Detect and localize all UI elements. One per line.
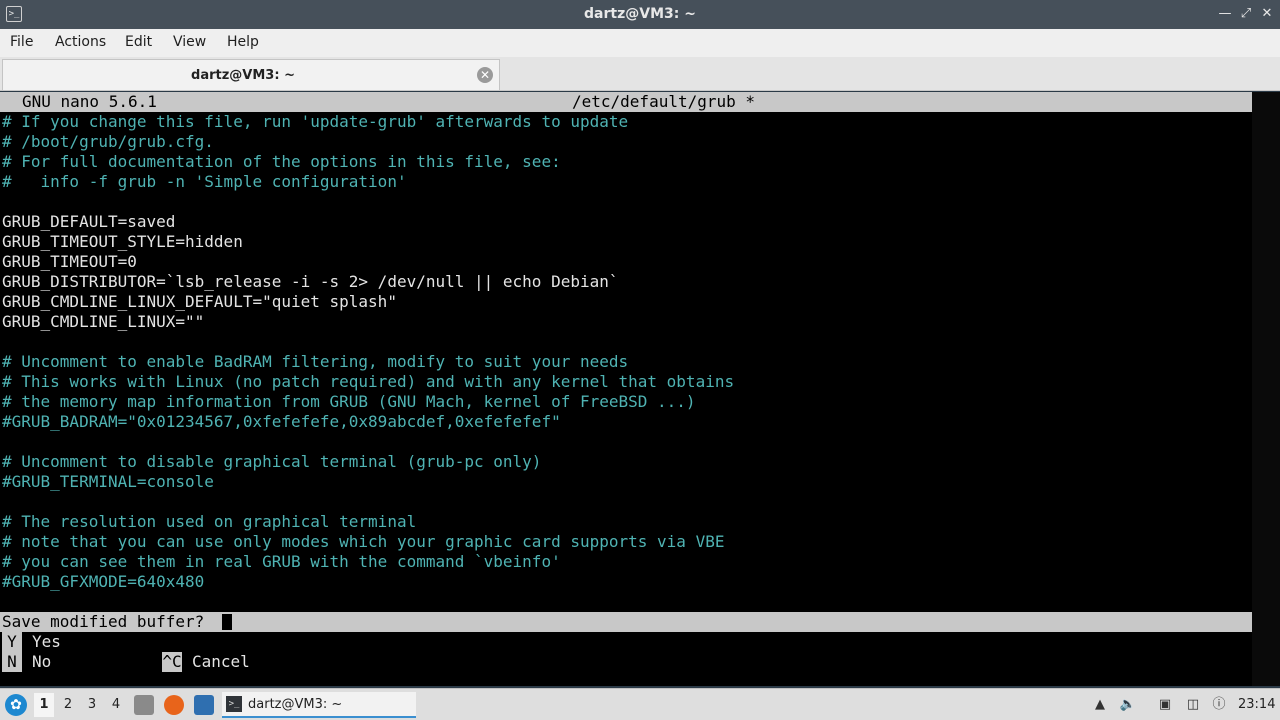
menu-actions[interactable]: Actions bbox=[55, 34, 106, 50]
volume-icon[interactable]: 🔈 bbox=[1119, 696, 1137, 714]
nano-line: # If you change this file, run 'update-g… bbox=[2, 112, 629, 131]
nano-line: GRUB_TIMEOUT_STYLE=hidden bbox=[2, 232, 243, 251]
nano-line: # /boot/grub/grub.cfg. bbox=[2, 132, 214, 151]
save-prompt: Save modified buffer? bbox=[2, 612, 205, 631]
update-notifier-icon[interactable]: ⓘ bbox=[1210, 696, 1228, 714]
option-cancel-label[interactable]: Cancel bbox=[192, 652, 250, 672]
window-title: dartz@VM3: ~ bbox=[584, 6, 696, 22]
terminal-area[interactable]: GNU nano 5.6.1 /etc/default/grub * # If … bbox=[0, 92, 1280, 686]
clipboard-icon[interactable]: ◫ bbox=[1184, 696, 1202, 714]
nano-line: # This works with Linux (no patch requir… bbox=[2, 372, 735, 391]
tab-terminal[interactable]: dartz@VM3: ~ ✕ bbox=[2, 59, 500, 90]
taskbar: ✿ 1 2 3 4 >_ dartz@VM3: ~ ▲ 🔈 ▣ ◫ ⓘ 23:1… bbox=[0, 688, 1280, 720]
nano-line: #GRUB_BADRAM="0x01234567,0xfefefefe,0x89… bbox=[2, 412, 561, 431]
terminal-scrollbar[interactable] bbox=[1252, 92, 1280, 686]
workspace-2[interactable]: 2 bbox=[58, 693, 78, 717]
maximize-icon[interactable]: ⤢ bbox=[1237, 5, 1255, 23]
workspace-4[interactable]: 4 bbox=[106, 693, 126, 717]
firefox-icon[interactable] bbox=[164, 695, 184, 715]
window-titlebar[interactable]: >_ dartz@VM3: ~ — ⤢ ✕ bbox=[0, 0, 1280, 29]
nano-line: GRUB_CMDLINE_LINUX="" bbox=[2, 312, 205, 331]
scrollbar-thumb[interactable] bbox=[1252, 92, 1280, 686]
workspace-3[interactable]: 3 bbox=[82, 693, 102, 717]
nano-line: GRUB_CMDLINE_LINUX_DEFAULT="quiet splash… bbox=[2, 292, 397, 311]
menubar: File Actions Edit View Help bbox=[0, 29, 1280, 57]
key-cancel[interactable]: ^C bbox=[162, 652, 182, 672]
lxqt-start-icon[interactable]: ✿ bbox=[5, 694, 27, 716]
show-desktop-icon[interactable] bbox=[194, 695, 214, 715]
nano-header: GNU nano 5.6.1 /etc/default/grub * bbox=[0, 92, 1252, 112]
nano-line: # Uncomment to disable graphical termina… bbox=[2, 452, 542, 471]
key-no[interactable]: N bbox=[2, 652, 22, 672]
nano-version: GNU nano 5.6.1 bbox=[22, 92, 157, 111]
terminal-icon: >_ bbox=[226, 696, 242, 712]
key-yes[interactable]: Y bbox=[2, 632, 22, 652]
option-no-label[interactable]: No bbox=[32, 652, 51, 672]
tray-up-arrow-icon[interactable]: ▲ bbox=[1091, 696, 1109, 714]
minimize-icon[interactable]: — bbox=[1216, 5, 1234, 23]
text-cursor bbox=[222, 614, 232, 630]
workspace-1[interactable]: 1 bbox=[34, 693, 54, 717]
nano-line: # note that you can use only modes which… bbox=[2, 532, 725, 551]
nano-line: #GRUB_TERMINAL=console bbox=[2, 472, 214, 491]
nano-line: # The resolution used on graphical termi… bbox=[2, 512, 417, 531]
menu-file[interactable]: File bbox=[10, 34, 33, 50]
nano-line: GRUB_DEFAULT=saved bbox=[2, 212, 176, 231]
save-prompt-bar: Save modified buffer? bbox=[0, 612, 1252, 632]
menu-help[interactable]: Help bbox=[227, 34, 259, 50]
close-circle-icon[interactable]: ✕ bbox=[477, 67, 493, 83]
option-yes-label[interactable]: Yes bbox=[32, 632, 61, 652]
tab-bar: dartz@VM3: ~ ✕ bbox=[0, 57, 1280, 91]
nano-line: # you can see them in real GRUB with the… bbox=[2, 552, 561, 571]
tab-label: dartz@VM3: ~ bbox=[191, 68, 295, 83]
file-manager-icon[interactable] bbox=[134, 695, 154, 715]
nano-line: #GRUB_GFXMODE=640x480 bbox=[2, 572, 205, 591]
close-icon[interactable]: ✕ bbox=[1258, 5, 1276, 23]
taskbar-task-terminal[interactable]: >_ dartz@VM3: ~ bbox=[222, 692, 416, 718]
nano-line: # Uncomment to enable BadRAM filtering, … bbox=[2, 352, 629, 371]
nano-line: GRUB_DISTRIBUTOR=`lsb_release -i -s 2> /… bbox=[2, 272, 619, 291]
nano-line: GRUB_TIMEOUT=0 bbox=[2, 252, 137, 271]
task-label: dartz@VM3: ~ bbox=[248, 697, 343, 712]
nano-line: # the memory map information from GRUB (… bbox=[2, 392, 696, 411]
nano-line: # info -f grub -n 'Simple configuration' bbox=[2, 172, 407, 191]
network-icon[interactable]: ▣ bbox=[1156, 696, 1174, 714]
nano-filename: /etc/default/grub * bbox=[572, 92, 756, 111]
menu-edit[interactable]: Edit bbox=[125, 34, 152, 50]
nano-line: # For full documentation of the options … bbox=[2, 152, 561, 171]
menu-view[interactable]: View bbox=[173, 34, 206, 50]
clock: 23:14 bbox=[1238, 697, 1276, 712]
